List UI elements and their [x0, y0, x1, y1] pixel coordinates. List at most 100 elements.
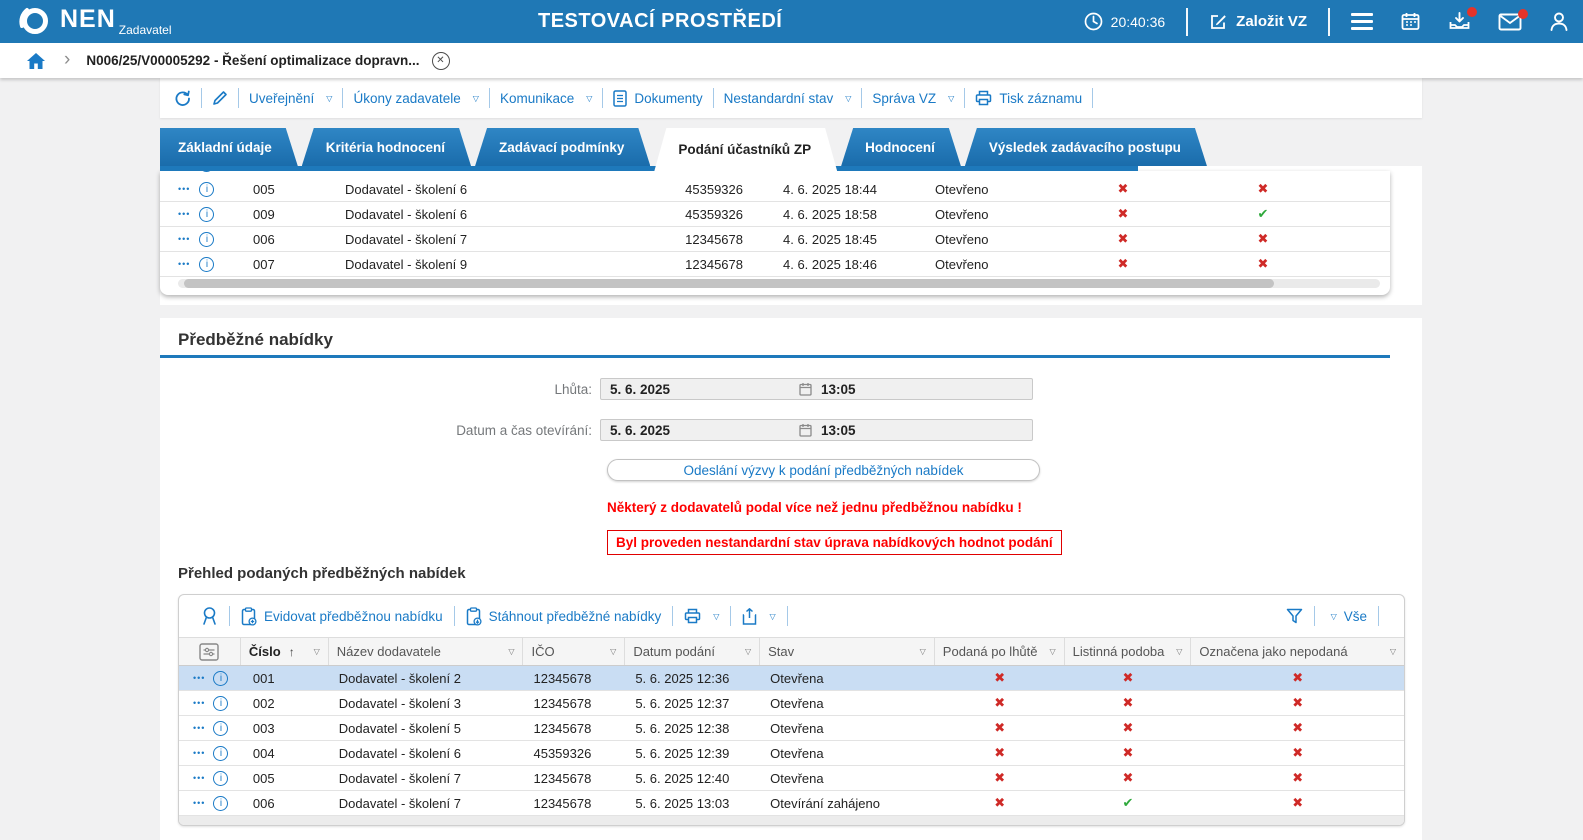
opening-date-value[interactable]: 5. 6. 2025	[601, 423, 799, 438]
table-row[interactable]: •••i 007 Dodavatel - školení 9 12345678 …	[160, 252, 1390, 277]
edit-record-button[interactable]	[212, 90, 228, 106]
info-icon[interactable]: i	[199, 232, 214, 247]
tab-zakladni-udaje[interactable]: Základní údaje	[160, 128, 298, 166]
menu-sprava-vz[interactable]: Správa VZ▽	[872, 91, 954, 106]
row-menu-icon[interactable]: •••	[178, 184, 190, 194]
row-menu-icon[interactable]: •••	[178, 209, 190, 219]
info-icon[interactable]: i	[213, 771, 228, 786]
session-time: 20:40:36	[1111, 14, 1166, 30]
table-row[interactable]: •••i 003 Dodavatel - školení 5 12345678 …	[179, 716, 1404, 741]
calendar-small-icon[interactable]	[799, 382, 812, 396]
view-all-selector[interactable]: ▽ Vše	[1326, 609, 1367, 624]
section-rule	[160, 355, 1390, 358]
info-icon[interactable]: i	[199, 257, 214, 272]
menu-uverejneni[interactable]: Uveřejnění▽	[249, 91, 332, 106]
user-profile-button[interactable]	[1549, 11, 1569, 32]
close-record-icon[interactable]: ✕	[432, 52, 450, 70]
menu-komunikace[interactable]: Komunikace▽	[500, 91, 592, 106]
row-menu-icon[interactable]: •••	[193, 773, 205, 783]
send-call-button[interactable]: Odeslání výzvy k podání předběžných nabí…	[607, 459, 1040, 481]
table-row[interactable]: •••i 006 Dodavatel - školení 7 12345678 …	[179, 791, 1404, 816]
column-filter-icon[interactable]: ▽	[1176, 647, 1182, 656]
tab-vysledek-zadavaciho-postupu[interactable]: Výsledek zadávacího postupu	[965, 128, 1207, 166]
cell-supplier: Dodavatel - školení 7	[329, 796, 524, 811]
print-record-button[interactable]: Tisk záznamu	[975, 90, 1082, 106]
column-header-podana-po-lhute[interactable]: Podaná po lhůtě▽	[935, 638, 1065, 665]
toolbar-divider	[1314, 606, 1315, 626]
deadline-time-value[interactable]: 13:05	[821, 382, 856, 397]
deadline-date-value[interactable]: 5. 6. 2025	[601, 382, 799, 397]
filter-button[interactable]	[1286, 608, 1303, 624]
row-menu-icon[interactable]: •••	[193, 748, 205, 758]
tab-hodnoceni[interactable]: Hodnocení	[841, 128, 961, 166]
cell-unsubmitted-flag: ✖	[1191, 745, 1404, 761]
column-filter-icon[interactable]: ▽	[508, 647, 514, 656]
row-menu-icon[interactable]: •••	[193, 798, 205, 808]
deadline-input[interactable]: 5. 6. 2025 13:05	[600, 378, 1033, 400]
cell-status: Otevřeno	[923, 171, 1053, 172]
table-row[interactable]: •••i 006 Dodavatel - školení 7 12345678 …	[160, 227, 1390, 252]
info-icon[interactable]: i	[199, 171, 214, 172]
info-icon[interactable]: i	[213, 796, 228, 811]
info-icon[interactable]: i	[199, 182, 214, 197]
menu-icon[interactable]	[1351, 13, 1373, 30]
info-icon[interactable]: i	[213, 671, 228, 686]
tab-podani-ucastniku-zp[interactable]: Podání účastníků ZP	[654, 128, 837, 171]
column-header-nazev[interactable]: Název dodavatele▽	[329, 638, 524, 665]
row-menu-icon[interactable]: •••	[193, 723, 205, 733]
table-row[interactable]: •••i 005 Dodavatel - školení 6 45359326 …	[160, 177, 1390, 202]
row-menu-icon[interactable]: •••	[178, 234, 190, 244]
column-header-cislo[interactable]: Číslo↑▽	[241, 638, 329, 665]
export-button[interactable]: ▽	[742, 608, 775, 625]
menu-dokumenty[interactable]: Dokumenty	[613, 90, 702, 107]
menu-nestandardni-stav[interactable]: Nestandardní stav▽	[724, 91, 852, 106]
tab-kriteria-hodnoceni[interactable]: Kritéria hodnocení	[302, 128, 471, 166]
refresh-button[interactable]	[174, 90, 191, 107]
breadcrumb-item[interactable]: N006/25/V00005292 - Řešení optimalizace …	[86, 53, 419, 68]
create-vz-button[interactable]: Založit VZ	[1209, 12, 1307, 31]
scrollbar-thumb[interactable]	[184, 279, 1274, 288]
nen-logo[interactable]: NEN Zadavatel	[18, 4, 172, 38]
calendar-small-icon[interactable]	[799, 423, 812, 437]
horizontal-scrollbar[interactable]	[178, 279, 1380, 288]
info-icon[interactable]: i	[213, 746, 228, 761]
column-filter-icon[interactable]: ▽	[1049, 647, 1055, 656]
opening-time-value[interactable]: 13:05	[821, 423, 856, 438]
tab-zadavaci-podminky[interactable]: Zadávací podmínky	[475, 128, 650, 166]
opening-input[interactable]: 5. 6. 2025 13:05	[600, 419, 1033, 441]
column-settings-button[interactable]	[179, 638, 241, 665]
info-icon[interactable]: i	[199, 207, 214, 222]
home-icon[interactable]	[26, 52, 46, 70]
cell-unsubmitted-flag: ✖	[1191, 795, 1404, 811]
column-header-datum[interactable]: Datum podání▽	[625, 638, 760, 665]
column-filter-icon[interactable]: ▽	[745, 647, 751, 656]
table-row[interactable]: •••i 001 Dodavatel - školení 2 12345678 …	[179, 666, 1404, 691]
horizontal-scrollbar[interactable]	[179, 816, 1404, 825]
messages-button[interactable]	[1498, 13, 1522, 31]
info-icon[interactable]: i	[213, 696, 228, 711]
print-table-button[interactable]: ▽	[684, 608, 719, 624]
table-row[interactable]: •••i 009 Dodavatel - školení 6 45359326 …	[160, 202, 1390, 227]
table-row[interactable]: •••i 005 Dodavatel - školení 7 12345678 …	[179, 766, 1404, 791]
download-offers-button[interactable]: Stáhnout předběžné nabídky	[466, 607, 662, 626]
award-ribbon-button[interactable]	[201, 606, 218, 626]
column-filter-icon[interactable]: ▽	[610, 647, 616, 656]
row-menu-icon[interactable]: •••	[178, 259, 190, 269]
column-header-oznacena-jako-nepodana[interactable]: Označena jako nepodaná▽	[1191, 638, 1404, 665]
row-menu-icon[interactable]: •••	[193, 698, 205, 708]
info-icon[interactable]: i	[213, 721, 228, 736]
table-row[interactable]: •••i 002 Dodavatel - školení 3 12345678 …	[179, 691, 1404, 716]
column-header-stav[interactable]: Stav▽	[760, 638, 935, 665]
column-filter-icon[interactable]: ▽	[314, 647, 320, 656]
column-header-ico[interactable]: IČO▽	[523, 638, 625, 665]
register-offer-button[interactable]: Evidovat předběžnou nabídku	[241, 607, 443, 626]
table-row[interactable]: •••i 004 Dodavatel - školení 6 45359326 …	[179, 741, 1404, 766]
column-header-listinna-podoba[interactable]: Listinná podoba▽	[1065, 638, 1192, 665]
overview-title: Přehled podaných předběžných nabídek	[178, 565, 466, 582]
column-filter-icon[interactable]: ▽	[1390, 647, 1396, 656]
column-filter-icon[interactable]: ▽	[920, 647, 926, 656]
row-menu-icon[interactable]: •••	[193, 673, 205, 683]
calendar-button[interactable]	[1400, 11, 1421, 32]
downloads-button[interactable]	[1448, 11, 1471, 32]
menu-ukony-zadavatele[interactable]: Úkony zadavatele▽	[353, 91, 478, 106]
